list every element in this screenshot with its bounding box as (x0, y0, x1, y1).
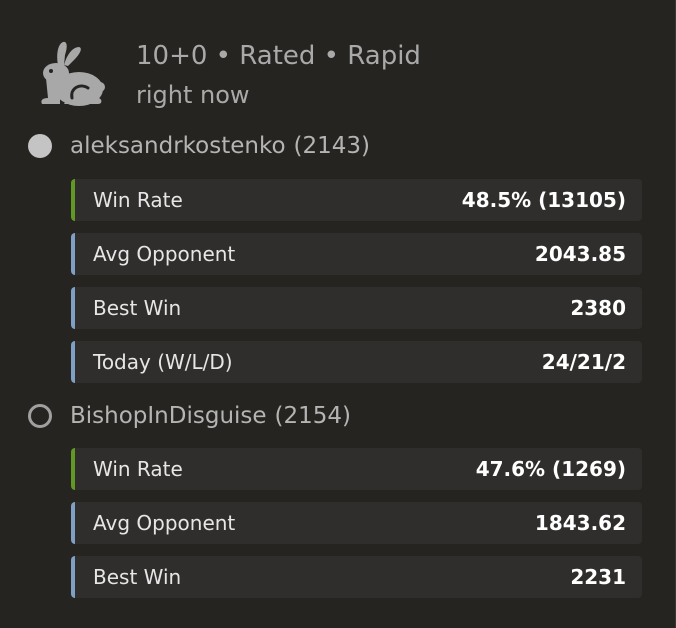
white-piece-icon (28, 134, 52, 158)
stat-row-win-rate: Win Rate 48.5% (13105) (71, 179, 642, 221)
stat-value: 2380 (570, 296, 626, 320)
stat-row-avg-opponent: Avg Opponent 1843.62 (71, 502, 642, 544)
stat-value: 2043.85 (534, 242, 626, 266)
stat-value: 2231 (570, 565, 626, 589)
stat-label: Win Rate (93, 457, 183, 481)
player-white: aleksandrkostenko (2143) (28, 129, 370, 163)
stat-label: Avg Opponent (93, 242, 236, 266)
stat-row-best-win: Best Win 2231 (71, 556, 642, 598)
stat-value: 1843.62 (534, 511, 626, 535)
game-info-panel: 10+0 • Rated • Rapid right now aleksandr… (0, 0, 676, 628)
black-piece-icon (28, 404, 52, 428)
stat-label: Best Win (93, 296, 182, 320)
stat-label: Today (W/L/D) (93, 350, 233, 374)
game-time: right now (136, 81, 250, 109)
player-black: BishopInDisguise (2154) (28, 399, 351, 433)
stat-label: Best Win (93, 565, 182, 589)
stat-row-win-rate: Win Rate 47.6% (1269) (71, 448, 642, 490)
game-header: 10+0 • Rated • Rapid right now (0, 0, 660, 125)
rabbit-icon (34, 38, 106, 110)
stat-value: 48.5% (13105) (461, 188, 626, 212)
stat-value: 24/21/2 (541, 350, 626, 374)
player-rating: (2154) (274, 403, 352, 429)
player-name[interactable]: BishopInDisguise (70, 403, 267, 429)
stat-label: Win Rate (93, 188, 183, 212)
player-rating: (2143) (293, 133, 371, 159)
stat-label: Avg Opponent (93, 511, 236, 535)
stat-value: 47.6% (1269) (475, 457, 626, 481)
stat-row-avg-opponent: Avg Opponent 2043.85 (71, 233, 642, 275)
stat-row-today: Today (W/L/D) 24/21/2 (71, 341, 642, 383)
player-name[interactable]: aleksandrkostenko (70, 133, 286, 159)
game-setup: 10+0 • Rated • Rapid (136, 41, 421, 71)
stat-row-best-win: Best Win 2380 (71, 287, 642, 329)
